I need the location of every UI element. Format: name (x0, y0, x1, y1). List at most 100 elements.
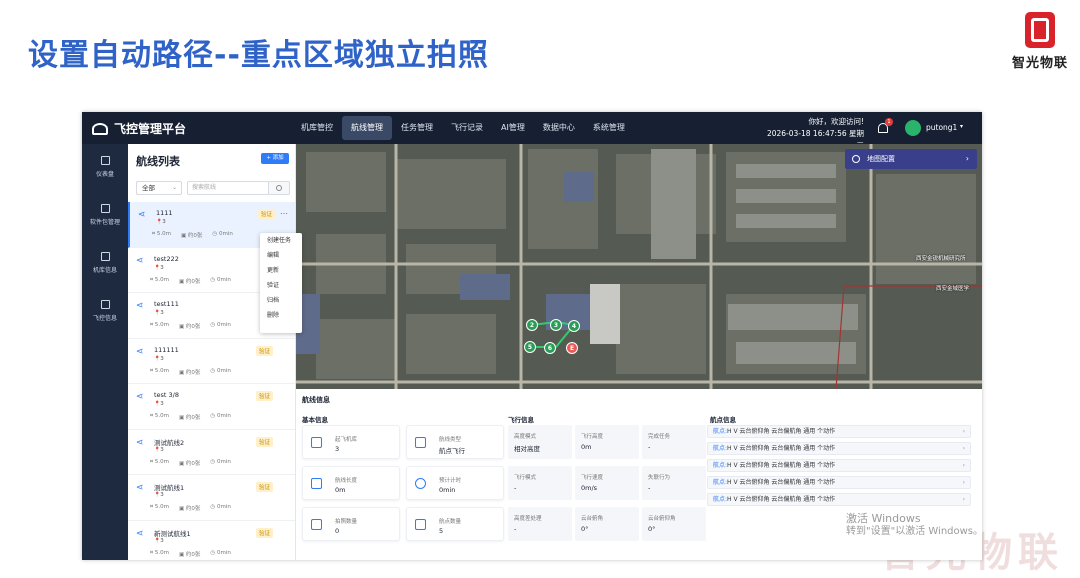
gear-icon (852, 155, 860, 163)
waypoint-row[interactable]: 航点:H V 云台俯仰角 云台偏航角 通用 个动作 › (707, 442, 971, 455)
card-label: 航点数量 (439, 519, 462, 525)
map-config-button[interactable]: 地图配置 › (845, 149, 977, 169)
filter-select[interactable]: 全部 ⌄ (136, 181, 182, 195)
nav-tab[interactable]: 数据中心 (534, 112, 584, 144)
flight-value: 0m/s (581, 484, 598, 492)
route-photos: ▣ 约0张 (179, 550, 200, 558)
verify-tag[interactable]: 验证 (258, 209, 276, 219)
timer-icon (415, 478, 426, 489)
company-logo: 智光物联 (1010, 12, 1070, 74)
username[interactable]: putong1 (926, 123, 957, 132)
verify-tag[interactable]: 验证 (256, 436, 274, 447)
route-photos-value: 约0张 (185, 324, 201, 330)
waypoint-marker[interactable]: 6 (544, 342, 556, 354)
flight-value: 0° (581, 525, 589, 533)
chevron-right-icon: › (962, 428, 965, 435)
route-time: ◷ 0min (210, 322, 230, 330)
route-points-value: 3 (160, 446, 164, 453)
route-distance-value: 5.0m (154, 413, 169, 419)
chevron-down-icon: ⌄ (171, 184, 177, 191)
windows-activation-watermark: 激活 Windows 转到"设置"以激活 Windows。 (846, 512, 983, 538)
route-list-item[interactable]: ⋖ 测试航线1 📍3 ⌗ 5.0m ▣ 约0张 ◷ 0min 验证 (128, 475, 295, 521)
context-menu-item[interactable]: 删除 (260, 308, 302, 323)
sidebar-item-label: 飞控信息 (92, 315, 117, 322)
flight-value: 0m (581, 443, 592, 451)
route-meta: ⌗ 5.0m ▣ 约0张 ◷ 0min (150, 550, 231, 558)
waypoint-row[interactable]: 航点:H V 云台俯仰角 云台偏航角 通用 个动作 › (707, 459, 971, 472)
sidebar-item[interactable]: 机库信息 (82, 252, 128, 288)
waypoint-prefix: 航点: (713, 479, 728, 486)
route-photos: ▣ 约0张 (181, 231, 202, 239)
nav-tab[interactable]: 任务管理 (392, 112, 442, 144)
nav-tab[interactable]: 机库管控 (292, 112, 342, 144)
context-menu-item[interactable]: 归档 (260, 293, 302, 308)
context-menu-item[interactable]: 创建任务 (260, 233, 302, 248)
top-bar: 飞控管理平台 机库管控 航线管理 任务管理 飞行记录 AI管理 数据中心 系统管理 你好，欢… (82, 112, 982, 150)
search-button[interactable] (268, 181, 290, 195)
verify-tag[interactable]: 验证 (256, 391, 274, 401)
flight-info-cell: 飞行高度 0m (575, 425, 639, 459)
route-time-value: 0min (218, 231, 233, 237)
card-label: 航线类型 (439, 437, 462, 443)
search-input[interactable]: 搜索航线 (187, 181, 269, 195)
nav-tab[interactable]: 系统管理 (584, 112, 634, 144)
verify-tag[interactable]: 验证 (256, 482, 274, 492)
waypoint-marker[interactable]: 4 (568, 320, 580, 332)
nav-tab[interactable]: AI管理 (492, 112, 534, 144)
card-value: 0m (335, 486, 346, 494)
route-photos: ▣ 约0张 (179, 368, 200, 376)
sidebar-item[interactable]: 软件包管理 (82, 204, 128, 240)
context-menu-item[interactable]: 更新 (260, 263, 302, 278)
panel-title: 航线列表 (136, 155, 180, 168)
info-title: 航线信息 (302, 396, 330, 404)
slide-title: 设置自动路径--重点区域独立拍照 (28, 38, 489, 73)
route-photos-value: 约0张 (187, 233, 203, 239)
satellite-map[interactable]: 地图配置 › 西安金锐机械研究所 西安金域医学 2 3 4 5 6 E (296, 144, 982, 389)
route-list-item[interactable]: ⋖ 111111 📍3 ⌗ 5.0m ▣ 约0张 ◷ 0min 验证 (128, 339, 295, 384)
verify-tag[interactable]: 验证 (256, 527, 274, 538)
hangar-icon (100, 252, 110, 261)
route-photos: ▣ 约0张 (179, 504, 200, 512)
route-distance-value: 5.0m (154, 549, 169, 556)
flight-label: 飞行高度 (581, 434, 604, 440)
context-menu-item[interactable]: 编辑 (260, 248, 302, 263)
context-menu-item[interactable]: 验证 (260, 278, 302, 293)
add-route-button[interactable]: + 添加 (261, 153, 289, 164)
sidebar-item[interactable]: 仪表盘 (82, 156, 128, 192)
route-list-item[interactable]: ⋖ 新测试航线1 📍3 ⌗ 5.0m ▣ 约0张 ◷ 0min 验证 (128, 521, 295, 561)
basic-info-card: 航线类型 航点飞行 (406, 425, 504, 459)
waypoint-marker[interactable]: 3 (550, 319, 562, 331)
nav-tab[interactable]: 飞行记录 (442, 112, 492, 144)
avatar[interactable] (905, 120, 921, 136)
waypoint-marker[interactable]: 5 (524, 341, 536, 353)
route-name: 测试航线1 (154, 484, 185, 492)
verify-tag[interactable]: 验证 (256, 345, 274, 356)
basic-info-card: 预计计时 0min (406, 466, 504, 500)
search-icon (276, 185, 282, 191)
waypoint-row[interactable]: 航点:H V 云台俯仰角 云台偏航角 通用 个动作 › (707, 425, 971, 438)
route-meta: ⌗ 5.0m ▣ 约0张 ◷ 0min (150, 368, 231, 376)
waypoint-row[interactable]: 航点:H V 云台俯仰角 云台偏航角 通用 个动作 › (707, 476, 971, 489)
main-nav: 机库管控 航线管理 任务管理 飞行记录 AI管理 数据中心 系统管理 (292, 112, 634, 144)
waypoint-marker[interactable]: 2 (526, 319, 538, 331)
chevron-down-icon[interactable]: ▾ (960, 123, 963, 130)
dashboard-icon (100, 156, 110, 165)
route-points-value: 3 (160, 537, 164, 544)
photo-icon: ▣ (178, 551, 186, 558)
route-photos-value: 约0张 (185, 506, 201, 512)
waypoint-info-title: 航点信息 (710, 416, 736, 424)
route-distance-value: 5.0m (154, 504, 169, 510)
route-list-item[interactable]: ⋖ 测试航线2 📍3 ⌗ 5.0m ▣ 约0张 ◷ 0min 验证 (128, 430, 295, 475)
share-icon: ⋖ (136, 301, 144, 311)
route-list-item[interactable]: ⋖ test 3/8 📍3 ⌗ 5.0m ▣ 约0张 ◷ 0min 验证 (128, 384, 295, 430)
route-name: 111111 (154, 345, 179, 354)
nav-tab[interactable]: 航线管理 (342, 116, 392, 140)
route-time: ◷ 0min (210, 368, 230, 376)
waypoint-marker-end[interactable]: E (566, 342, 578, 354)
route-photos: ▣ 约0张 (179, 322, 200, 330)
route-name: test 3/8 (154, 391, 180, 399)
more-icon[interactable]: … (280, 207, 288, 216)
sidebar-item[interactable]: 飞控信息 (82, 300, 128, 336)
map-label: 西安金锐机械研究所 (916, 256, 966, 262)
waypoint-row[interactable]: 航点:H V 云台俯仰角 云台偏航角 通用 个动作 › (707, 493, 971, 506)
